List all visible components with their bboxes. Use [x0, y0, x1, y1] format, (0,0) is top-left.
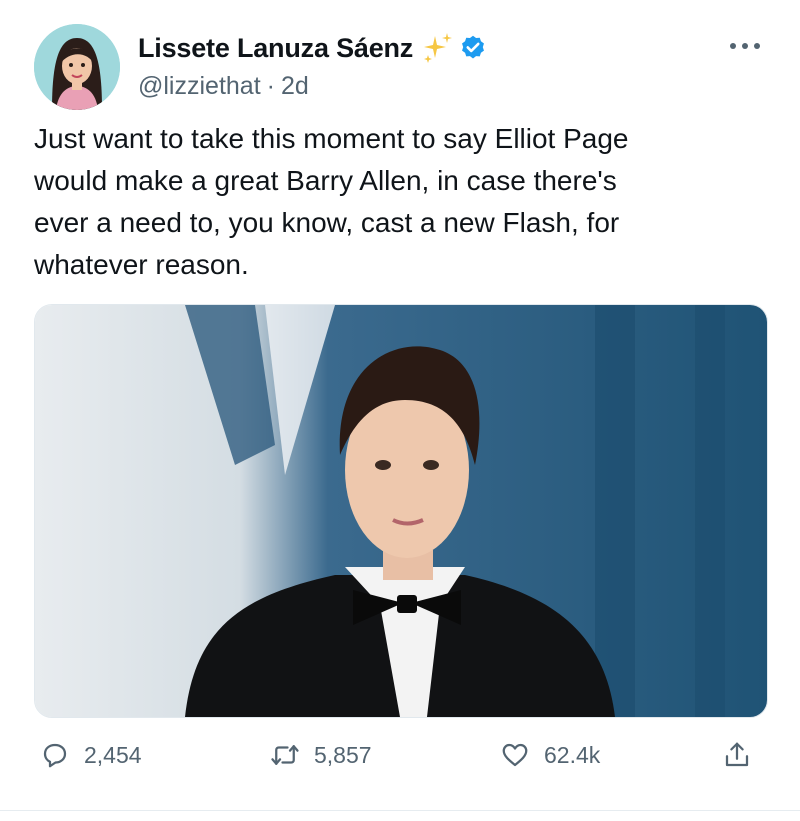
reply-icon — [43, 743, 67, 768]
avatar-illustration — [34, 24, 120, 110]
heart-icon — [502, 743, 528, 767]
share-icon — [725, 742, 749, 767]
media-photo — [35, 305, 767, 717]
like-count: 62.4k — [544, 741, 601, 768]
avatar[interactable] — [34, 24, 120, 110]
tweet-media[interactable] — [34, 304, 768, 718]
sparkles-icon — [424, 33, 453, 63]
retweet-icon — [271, 745, 299, 765]
reply-action[interactable]: 2,454 — [40, 730, 142, 780]
verified-icon — [462, 35, 485, 59]
retweet-count: 5,857 — [314, 741, 372, 768]
display-name[interactable]: Lissete Lanuza Sáenz — [138, 33, 413, 64]
share-action[interactable] — [722, 730, 752, 780]
bottom-divider — [0, 810, 800, 811]
retweet-action[interactable]: 5,857 — [270, 730, 372, 780]
author-name-row: Lissete Lanuza Sáenz — [138, 28, 487, 68]
author-handle-row: @lizziethat · 2d — [138, 72, 309, 101]
reply-count: 2,454 — [84, 741, 142, 768]
like-action[interactable]: 62.4k — [500, 730, 600, 780]
tweet: Lissete Lanuza Sáenz @lizziethat · 2d Ju… — [0, 0, 800, 821]
tweet-text: Just want to take this moment to say Ell… — [34, 123, 629, 280]
tweet-actions: 2,454 5,857 62.4k — [0, 730, 800, 780]
author-handle[interactable]: @lizziethat — [138, 72, 261, 101]
separator-dot: · — [266, 72, 275, 100]
timestamp[interactable]: 2d — [281, 72, 309, 101]
more-icon[interactable] — [728, 40, 762, 52]
